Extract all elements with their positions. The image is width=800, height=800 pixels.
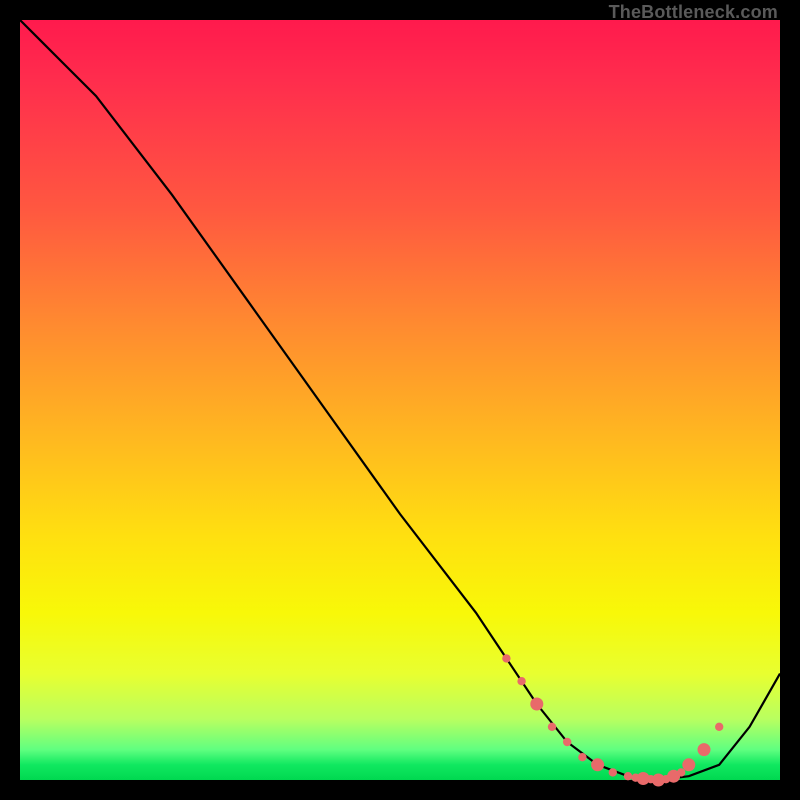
- marker-dot: [578, 753, 586, 761]
- marker-dot: [682, 758, 695, 771]
- marker-dot: [677, 768, 685, 776]
- marker-dot: [502, 654, 510, 662]
- marker-dot: [563, 738, 571, 746]
- attribution-text: TheBottleneck.com: [609, 2, 778, 23]
- marker-dot: [548, 723, 556, 731]
- plot-area: [20, 20, 780, 780]
- marker-dot: [698, 743, 711, 756]
- chart-frame: TheBottleneck.com: [0, 0, 800, 800]
- marker-dot: [530, 698, 543, 711]
- marker-dot: [517, 677, 525, 685]
- marker-dot: [624, 772, 632, 780]
- line-chart-svg: [20, 20, 780, 780]
- curve-path: [20, 20, 780, 780]
- marker-dot: [715, 723, 723, 731]
- curve-markers: [502, 654, 723, 786]
- marker-dot: [609, 768, 617, 776]
- marker-dot: [591, 758, 604, 771]
